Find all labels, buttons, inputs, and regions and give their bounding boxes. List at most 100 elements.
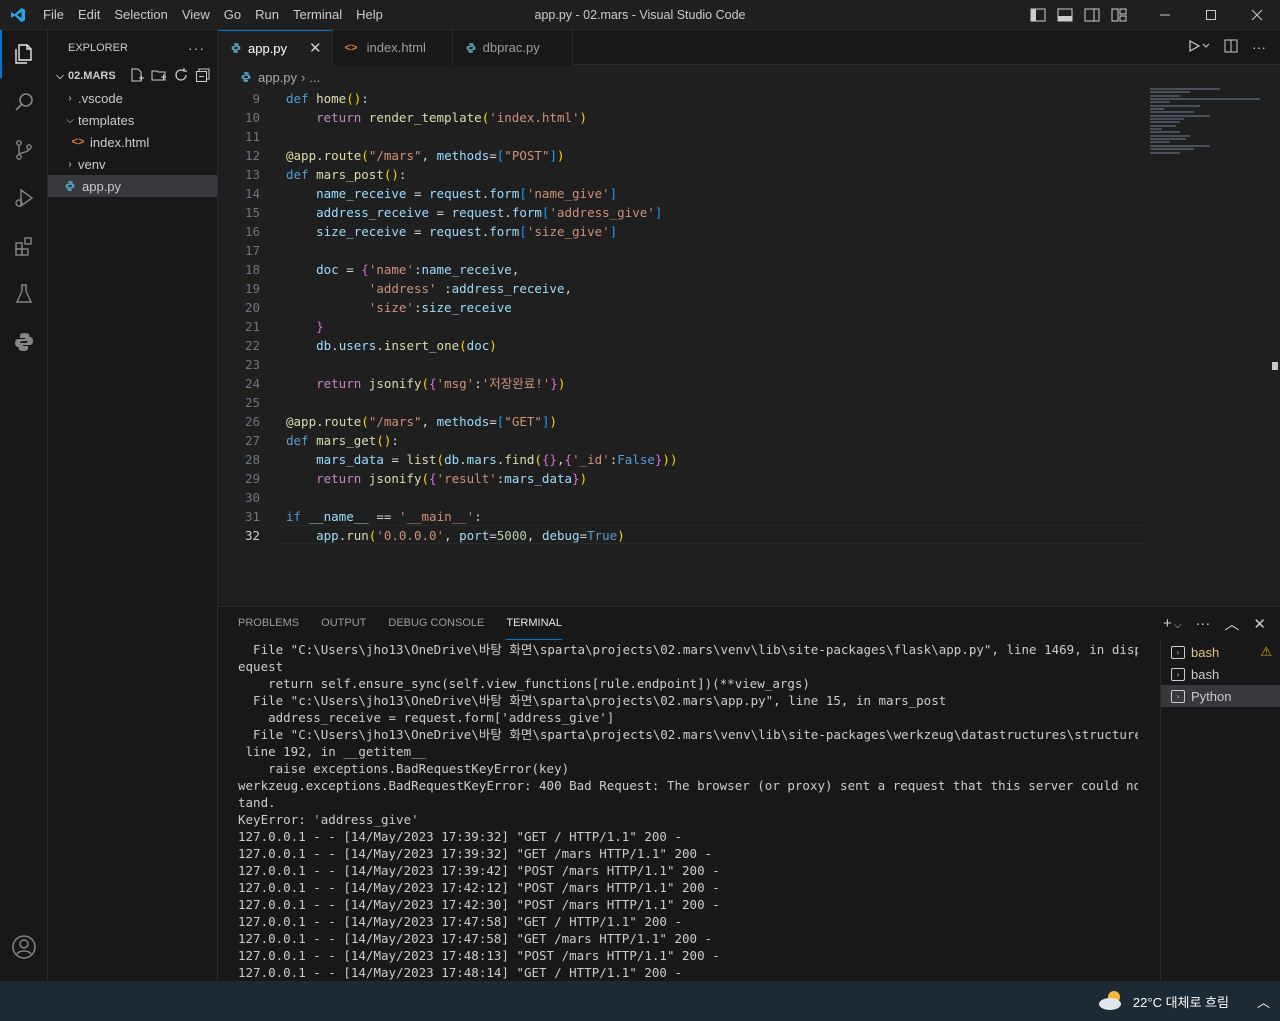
tree-item-app-py[interactable]: app.py [48, 175, 217, 197]
line-number: 12 [244, 148, 260, 163]
code-editor[interactable]: 9 def home(): 10 return render_template('i… [218, 88, 1280, 606]
code-line[interactable]: 15 address_receive = request.form['addre… [218, 203, 1148, 222]
terminal-item-python[interactable]: › Python [1161, 685, 1280, 707]
new-folder-icon[interactable] [151, 67, 167, 86]
menu-terminal[interactable]: Terminal [286, 0, 349, 30]
show-hidden-icons-chevron-icon[interactable]: ︿ [1257, 992, 1270, 1011]
maximize-panel-icon[interactable]: ︿ [1224, 613, 1239, 634]
menu-help[interactable]: Help [349, 0, 390, 30]
run-python-file-icon[interactable] [1188, 39, 1210, 56]
tree-item-venv[interactable]: › venv [48, 153, 217, 175]
terminal-line: 127.0.0.1 - - [14/May/2023 17:48:13] "PO… [238, 948, 720, 963]
close-tab-icon[interactable]: ✕ [309, 39, 322, 57]
code-line[interactable]: 21 } [218, 317, 1148, 336]
code-line[interactable]: 20 'size':size_receive [218, 298, 1148, 317]
toggle-secondary-sidebar-icon[interactable] [1078, 0, 1105, 30]
activity-bar [0, 30, 48, 981]
code-line[interactable]: 26 @app.route("/mars", methods=["GET"]) [218, 412, 1148, 431]
terminal-icon: › [1171, 689, 1185, 703]
terminal-line: 127.0.0.1 - - [14/May/2023 17:39:42] "PO… [238, 863, 720, 878]
more-actions-icon[interactable]: ··· [188, 40, 205, 56]
terminal-output[interactable]: File "C:\Users\jho13\OneDrive\바탕 화면\spar… [238, 641, 1138, 981]
tab-app-py[interactable]: app.py ✕ [218, 30, 333, 65]
code-line[interactable]: 22 db.users.insert_one(doc) [218, 336, 1148, 355]
line-number: 30 [244, 490, 260, 505]
search-icon[interactable] [0, 78, 48, 126]
code-line[interactable]: 27 def mars_get(): [218, 431, 1148, 450]
panel-more-actions-icon[interactable]: ··· [1195, 615, 1210, 632]
extensions-icon[interactable] [0, 222, 48, 270]
terminal-item-bash-2[interactable]: › bash [1161, 663, 1280, 685]
scrollbar-thumb[interactable] [1272, 362, 1278, 370]
close-window-icon[interactable] [1234, 0, 1280, 30]
tree-item-vscode[interactable]: › .vscode [48, 87, 217, 109]
menu-selection[interactable]: Selection [107, 0, 174, 30]
terminal-item-label: Python [1191, 688, 1232, 704]
line-number: 16 [244, 224, 260, 239]
account-icon[interactable] [0, 923, 48, 971]
refresh-icon[interactable] [173, 67, 189, 86]
terminal-line: return self.ensure_sync(self.view_functi… [238, 676, 810, 691]
weather-widget[interactable]: 22°C 대체로 흐림 [1097, 989, 1229, 1014]
code-line[interactable]: 17 [218, 241, 1148, 260]
code-line[interactable]: 11 [218, 127, 1148, 146]
toggle-panel-icon[interactable] [1051, 0, 1078, 30]
testing-flask-icon[interactable] [0, 270, 48, 318]
tab-problems[interactable]: PROBLEMS [238, 607, 299, 640]
breadcrumb-symbol[interactable]: ... [309, 70, 320, 85]
toggle-primary-sidebar-icon[interactable] [1024, 0, 1051, 30]
code-line[interactable]: 29 return jsonify({'result':mars_data}) [218, 469, 1148, 488]
run-debug-icon[interactable] [0, 174, 48, 222]
tab-index-html[interactable]: <> index.html [332, 30, 453, 65]
chevron-down-icon: ⌵ [66, 114, 74, 126]
code-line[interactable]: 23 [218, 355, 1148, 374]
terminal-item-bash-1[interactable]: › bash ⚠ [1161, 641, 1280, 663]
code-line[interactable]: 31 if __name__ == '__main__': [218, 507, 1148, 526]
terminal-line: equest [238, 659, 284, 674]
line-number: 29 [244, 471, 260, 486]
workspace-folder[interactable]: ⌵ 02.MARS [48, 65, 217, 87]
maximize-icon[interactable] [1188, 0, 1234, 30]
breadcrumb-file[interactable]: app.py [258, 70, 297, 85]
code-line[interactable]: 10 return render_template('index.html') [218, 108, 1148, 127]
split-editor-icon[interactable] [1224, 39, 1238, 56]
code-line[interactable]: 13 def mars_post(): [218, 165, 1148, 184]
menu-file[interactable]: File [36, 0, 71, 30]
code-line[interactable]: 32 app.run('0.0.0.0', port=5000, debug=T… [218, 526, 1148, 545]
tab-debug-console[interactable]: DEBUG CONSOLE [388, 607, 484, 640]
source-control-icon[interactable] [0, 126, 48, 174]
tree-item-templates[interactable]: ⌵ templates [48, 109, 217, 131]
explorer-icon[interactable] [0, 30, 48, 78]
menu-go[interactable]: Go [217, 0, 248, 30]
code-line[interactable]: 30 [218, 488, 1148, 507]
menu-run[interactable]: Run [248, 0, 286, 30]
terminal-line: 127.0.0.1 - - [14/May/2023 17:39:32] "GE… [238, 829, 683, 844]
tab-output[interactable]: OUTPUT [321, 607, 366, 640]
terminal-line: File "C:\Users\jho13\OneDrive\바탕 화면\spar… [238, 727, 1138, 742]
terminal-item-label: bash [1191, 666, 1220, 682]
customize-layout-icon[interactable] [1105, 0, 1132, 30]
code-line[interactable]: 24 return jsonify({'msg':'저장완료!'}) [218, 374, 1148, 393]
menu-view[interactable]: View [175, 0, 217, 30]
menu-edit[interactable]: Edit [71, 0, 107, 30]
code-line[interactable]: 28 mars_data = list(db.mars.find({},{'_i… [218, 450, 1148, 469]
tab-terminal[interactable]: TERMINAL [506, 607, 562, 640]
collapse-all-icon[interactable] [195, 67, 211, 86]
python-icon[interactable] [0, 318, 48, 366]
editor-more-actions-icon[interactable]: ··· [1252, 39, 1266, 55]
code-line[interactable]: 16 size_receive = request.form['size_giv… [218, 222, 1148, 241]
code-line[interactable]: 14 name_receive = request.form['name_giv… [218, 184, 1148, 203]
code-line[interactable]: 19 'address' :address_receive, [218, 279, 1148, 298]
tree-item-index-html[interactable]: <> index.html [48, 131, 217, 153]
close-panel-icon[interactable]: ✕ [1253, 615, 1266, 633]
terminal-line: raise exceptions.BadRequestKeyError(key) [238, 761, 570, 776]
code-line[interactable]: 9 def home(): [218, 89, 1148, 108]
minimap[interactable] [1150, 88, 1262, 168]
new-file-icon[interactable] [129, 67, 145, 86]
tab-dbprac-py[interactable]: dbprac.py [452, 30, 573, 65]
code-line[interactable]: 12 @app.route("/mars", methods=["POST"]) [218, 146, 1148, 165]
code-line[interactable]: 25 [218, 393, 1148, 412]
minimize-icon[interactable] [1142, 0, 1188, 30]
new-terminal-icon[interactable]: + ⌵ [1163, 615, 1181, 632]
code-line[interactable]: 18 doc = {'name':name_receive, [218, 260, 1148, 279]
